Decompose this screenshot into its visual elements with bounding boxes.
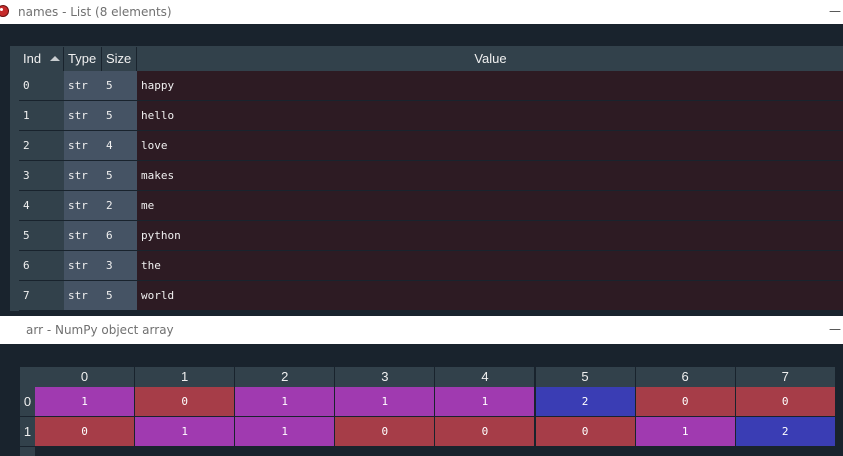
grid-cell[interactable]: 0 [135,387,236,417]
table-row[interactable]: 0 str 5 happy [19,71,843,101]
sort-ascending-icon [50,56,60,61]
grid-column-header[interactable]: 4 [435,367,536,387]
row-index-cell[interactable]: 3 [19,161,64,190]
table-row[interactable]: 2 str 4 love [19,131,843,161]
row-value-cell[interactable]: the [137,251,843,280]
row-type-cell[interactable]: str [64,161,102,190]
grid-column-header[interactable]: 3 [335,367,436,387]
row-index-cell[interactable]: 7 [19,281,64,310]
grid-scroll-handle[interactable] [20,447,35,456]
grid-cell[interactable]: 1 [435,387,536,417]
row-value-cell[interactable]: hello [137,101,843,130]
column-header-size[interactable]: Size [102,47,137,71]
row-value-cell[interactable]: me [137,191,843,220]
grid-cell[interactable]: 1 [135,417,236,447]
grid-cell[interactable]: 0 [435,417,536,447]
minimize-button[interactable]: — [829,322,841,336]
row-value-cell[interactable]: python [137,221,843,250]
row-size-cell[interactable]: 5 [102,161,137,190]
grid-cell[interactable]: 2 [535,387,636,417]
array-grid: 01234567010111200101100012 [20,367,843,456]
row-size-cell[interactable]: 3 [102,251,137,280]
grid-cell[interactable]: 0 [335,417,436,447]
table-row[interactable]: 6 str 3 the [19,251,843,281]
row-value-cell[interactable]: world [137,281,843,310]
row-size-cell[interactable]: 5 [102,281,137,310]
grid-cell[interactable]: 1 [235,417,336,447]
list-table-header: Ind Type Size Value [11,47,843,71]
grid-column-header[interactable]: 1 [135,367,236,387]
grid-column-header[interactable]: 5 [535,367,636,387]
grid-column-header[interactable]: 6 [635,367,736,387]
row-type-cell[interactable]: str [64,221,102,250]
grid-cell[interactable]: 0 [735,387,836,417]
row-index-cell[interactable]: 5 [19,221,64,250]
array-window-title: arr - NumPy object array [26,323,174,337]
grid-cell[interactable]: 1 [335,387,436,417]
row-size-cell[interactable]: 6 [102,221,137,250]
column-header-type[interactable]: Type [64,47,102,71]
grid-cell[interactable]: 0 [635,387,736,417]
row-index-cell[interactable]: 2 [19,131,64,160]
array-window-titlebar: arr - NumPy object array — [0,316,843,344]
row-type-cell[interactable]: str [64,101,102,130]
table-row[interactable]: 3 str 5 makes [19,161,843,191]
grid-cell[interactable]: 0 [535,417,636,447]
table-row[interactable]: 7 str 5 world [19,281,843,311]
row-type-cell[interactable]: str [64,251,102,280]
table-row[interactable]: 4 str 2 me [19,191,843,221]
row-type-cell[interactable]: str [64,71,102,100]
list-window-titlebar: names - List (8 elements) — [0,0,843,24]
row-index-cell[interactable]: 6 [19,251,64,280]
row-value-cell[interactable]: makes [137,161,843,190]
grid-column-header[interactable]: 7 [735,367,836,387]
table-row[interactable]: 5 str 6 python [19,221,843,251]
row-index-cell[interactable]: 4 [19,191,64,220]
row-type-cell[interactable]: str [64,131,102,160]
grid-cell[interactable]: 2 [735,417,836,447]
row-size-cell[interactable]: 5 [102,101,137,130]
grid-cell[interactable]: 1 [635,417,736,447]
grid-row-header[interactable]: 0 [20,387,35,417]
row-value-cell[interactable]: love [137,131,843,160]
app-icon [0,5,9,17]
table-row[interactable]: 1 str 5 hello [19,101,843,131]
row-value-cell[interactable]: happy [137,71,843,100]
column-header-value[interactable]: Value [137,47,843,71]
list-window-title: names - List (8 elements) [18,5,172,19]
grid-cell[interactable]: 1 [235,387,336,417]
row-type-cell[interactable]: str [64,191,102,220]
list-table: Ind Type Size Value 0 str 5 happy 1 str 5 hello… [10,46,843,311]
row-index-cell[interactable]: 0 [19,71,64,100]
column-header-label: Ind [23,51,42,66]
minimize-button[interactable]: — [829,4,841,18]
row-size-cell[interactable]: 4 [102,131,137,160]
grid-row-header[interactable]: 1 [20,417,35,447]
row-size-cell[interactable]: 2 [102,191,137,220]
row-size-cell[interactable]: 5 [102,71,137,100]
grid-cell[interactable]: 0 [35,417,136,447]
grid-corner [20,367,35,387]
grid-column-header[interactable]: 0 [35,367,136,387]
row-index-cell[interactable]: 1 [19,101,64,130]
row-divider [19,310,843,311]
grid-column-header[interactable]: 2 [235,367,336,387]
column-header-index[interactable]: Ind [19,47,64,71]
row-type-cell[interactable]: str [64,281,102,310]
grid-cell[interactable]: 1 [35,387,136,417]
row-selector-strip [11,71,19,311]
